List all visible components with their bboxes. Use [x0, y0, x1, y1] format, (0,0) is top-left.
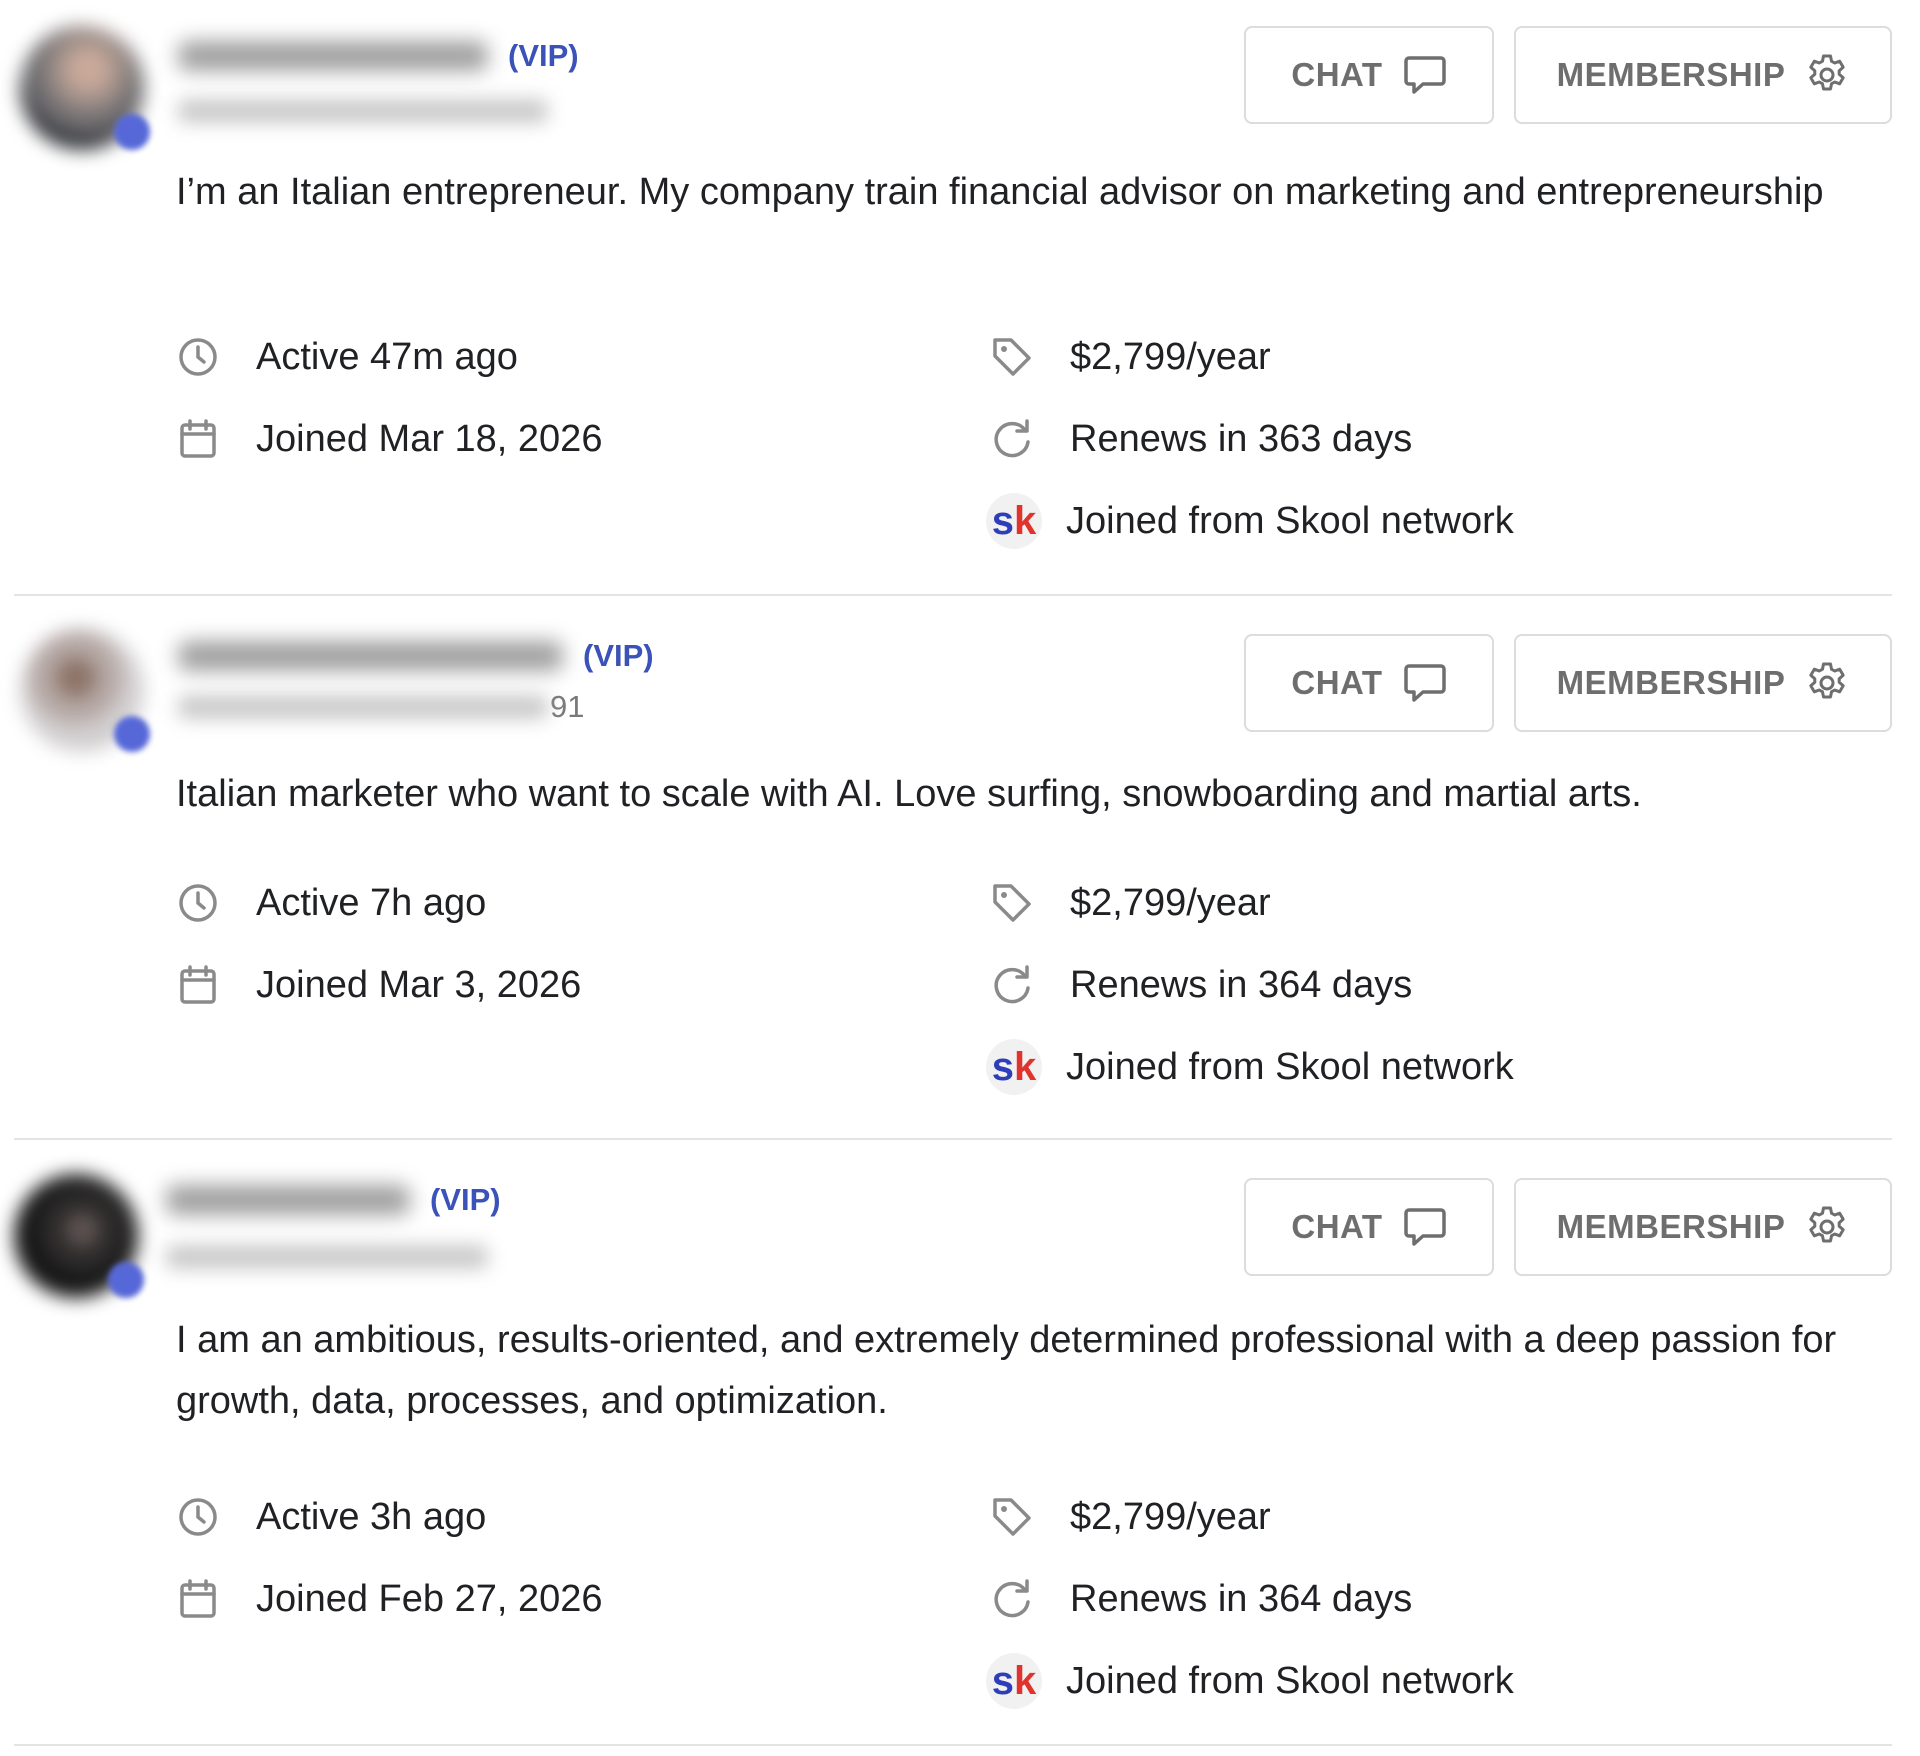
- chat-bubble-icon: [1403, 56, 1446, 94]
- member-name-redacted[interactable]: [178, 41, 488, 71]
- avatar[interactable]: [8, 1168, 144, 1304]
- price: $2,799/year: [990, 316, 1514, 398]
- member-billing: $2,799/year Renews in 364 days sk Joined…: [986, 862, 1514, 1108]
- skool-logo: sk: [986, 1653, 1042, 1709]
- calendar-icon: [176, 417, 220, 461]
- member-name-redacted[interactable]: [178, 641, 563, 671]
- member-bio: I am an ambitious, results-oriented, and…: [176, 1319, 1837, 1422]
- active-text: Active 7h ago: [256, 881, 487, 924]
- member-bio: Italian marketer who want to scale with …: [176, 773, 1642, 815]
- join-date: Joined Mar 3, 2026: [176, 944, 581, 1026]
- renewal: Renews in 364 days: [990, 944, 1514, 1026]
- price: $2,799/year: [990, 1476, 1514, 1558]
- chat-bubble-icon: [1403, 1208, 1446, 1246]
- price-tag-icon: [990, 881, 1034, 925]
- member-card: (VIP) CHAT MEMBERSHIP I’m an Italian ent…: [14, 0, 1892, 596]
- renewal-text: Renews in 364 days: [1070, 963, 1413, 1006]
- join-source-text: Joined from Skool network: [1066, 1045, 1514, 1088]
- chat-button-label: CHAT: [1291, 56, 1383, 93]
- clock-icon: [176, 335, 220, 379]
- clock-icon: [176, 1495, 220, 1539]
- member-handle-visible: 91: [550, 689, 585, 724]
- chat-button-label: CHAT: [1291, 1208, 1383, 1245]
- price-text: $2,799/year: [1070, 335, 1271, 378]
- calendar-icon: [176, 1577, 220, 1621]
- avatar[interactable]: [14, 20, 150, 156]
- refresh-icon: [990, 417, 1034, 461]
- member-handle-row: 91: [178, 689, 585, 724]
- join-source-text: Joined from Skool network: [1066, 499, 1514, 542]
- member-name-redacted[interactable]: [166, 1185, 410, 1215]
- join-date-text: Joined Feb 27, 2026: [256, 1577, 603, 1620]
- active-text: Active 47m ago: [256, 335, 518, 378]
- member-list: (VIP) CHAT MEMBERSHIP I’m an Italian ent…: [0, 0, 1920, 1756]
- price-text: $2,799/year: [1070, 1495, 1271, 1538]
- member-card: (VIP) CHAT MEMBERSHIP I am an ambitious,…: [14, 1140, 1892, 1746]
- price-tag-icon: [990, 335, 1034, 379]
- online-indicator: [108, 1262, 144, 1298]
- chat-button[interactable]: CHAT: [1244, 26, 1494, 124]
- online-indicator: [114, 114, 150, 150]
- membership-button[interactable]: MEMBERSHIP: [1514, 1178, 1892, 1276]
- member-activity: Active 3h ago Joined Feb 27, 2026: [176, 1476, 603, 1640]
- member-billing: $2,799/year Renews in 363 days sk Joined…: [986, 316, 1514, 562]
- member-handle-row: [166, 1242, 488, 1272]
- renewal-text: Renews in 364 days: [1070, 1577, 1413, 1620]
- chat-button[interactable]: CHAT: [1244, 634, 1494, 732]
- vip-badge: (VIP): [508, 38, 579, 73]
- member-name-row: (VIP): [178, 36, 579, 76]
- member-name-row: (VIP): [166, 1180, 501, 1220]
- skool-logo: sk: [986, 493, 1042, 549]
- gear-icon: [1809, 1206, 1846, 1243]
- price: $2,799/year: [990, 862, 1514, 944]
- active-text: Active 3h ago: [256, 1495, 487, 1538]
- membership-button-label: MEMBERSHIP: [1556, 664, 1786, 701]
- member-card: (VIP) 91 CHAT MEMBERSHIP Italian markete…: [14, 596, 1892, 1140]
- vip-badge: (VIP): [583, 638, 654, 673]
- member-handle-redacted: [166, 1245, 488, 1269]
- join-date-text: Joined Mar 3, 2026: [256, 963, 582, 1006]
- calendar-icon: [176, 963, 220, 1007]
- join-source: sk Joined from Skool network: [986, 1026, 1514, 1108]
- member-activity: Active 7h ago Joined Mar 3, 2026: [176, 862, 581, 1026]
- member-handle-redacted: [178, 695, 548, 719]
- member-activity: Active 47m ago Joined Mar 18, 2026: [176, 316, 602, 480]
- avatar[interactable]: [14, 622, 150, 758]
- skool-logo: sk: [986, 1039, 1042, 1095]
- price-text: $2,799/year: [1070, 881, 1271, 924]
- join-source-text: Joined from Skool network: [1066, 1659, 1514, 1702]
- join-date: Joined Mar 18, 2026: [176, 398, 602, 480]
- clock-icon: [176, 881, 220, 925]
- membership-button[interactable]: MEMBERSHIP: [1514, 634, 1892, 732]
- member-bio: I’m an Italian entrepreneur. My company …: [176, 171, 1824, 213]
- refresh-icon: [990, 963, 1034, 1007]
- member-handle-row: [178, 96, 548, 126]
- member-handle-redacted: [178, 99, 548, 123]
- membership-button-label: MEMBERSHIP: [1556, 56, 1786, 93]
- join-source: sk Joined from Skool network: [986, 1640, 1514, 1722]
- active-status: Active 7h ago: [176, 862, 581, 944]
- gear-icon: [1809, 54, 1846, 91]
- price-tag-icon: [990, 1495, 1034, 1539]
- member-billing: $2,799/year Renews in 364 days sk Joined…: [986, 1476, 1514, 1722]
- membership-button[interactable]: MEMBERSHIP: [1514, 26, 1892, 124]
- join-source: sk Joined from Skool network: [986, 480, 1514, 562]
- chat-bubble-icon: [1403, 664, 1446, 702]
- renewal-text: Renews in 363 days: [1070, 417, 1413, 460]
- online-indicator: [114, 716, 150, 752]
- active-status: Active 47m ago: [176, 316, 602, 398]
- membership-button-label: MEMBERSHIP: [1556, 1208, 1786, 1245]
- renewal: Renews in 364 days: [990, 1558, 1514, 1640]
- renewal: Renews in 363 days: [990, 398, 1514, 480]
- gear-icon: [1809, 662, 1846, 699]
- vip-badge: (VIP): [430, 1182, 501, 1217]
- join-date: Joined Feb 27, 2026: [176, 1558, 603, 1640]
- join-date-text: Joined Mar 18, 2026: [256, 417, 603, 460]
- refresh-icon: [990, 1577, 1034, 1621]
- chat-button-label: CHAT: [1291, 664, 1383, 701]
- member-name-row: (VIP): [178, 636, 654, 676]
- active-status: Active 3h ago: [176, 1476, 603, 1558]
- chat-button[interactable]: CHAT: [1244, 1178, 1494, 1276]
